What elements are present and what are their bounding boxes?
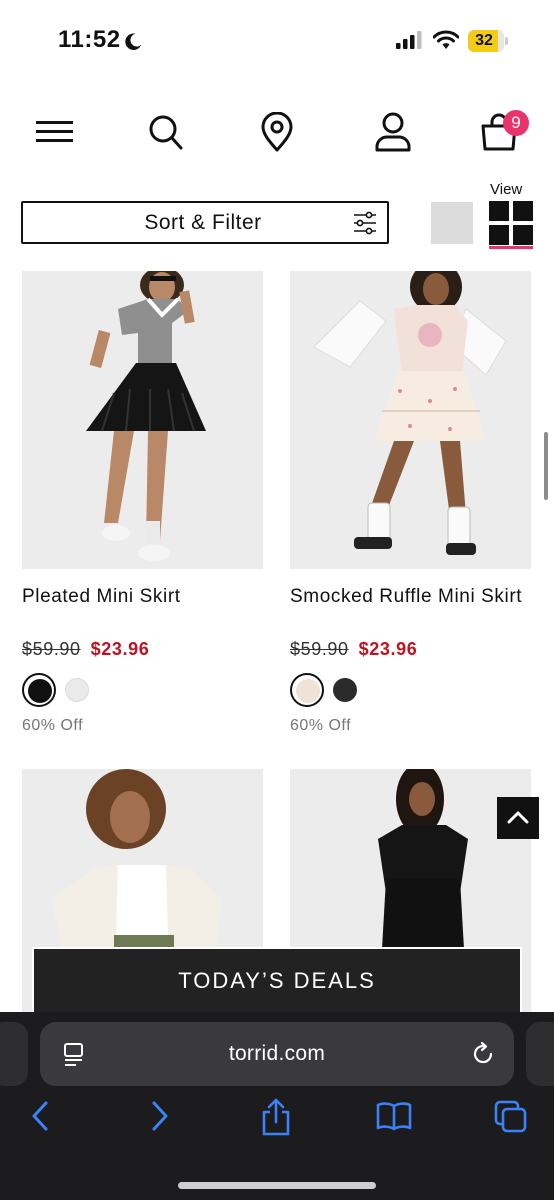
chevron-up-icon <box>507 811 529 824</box>
browser-chrome: torrid.com <box>0 1012 554 1200</box>
next-tab-preview[interactable] <box>526 1022 554 1086</box>
color-swatch-white[interactable] <box>60 673 94 707</box>
site-header: 9 <box>0 100 554 170</box>
battery-level: 32 <box>475 32 493 49</box>
product-card[interactable]: Pleated Mini Skirt $59.90 $23.96 60% Off <box>22 271 264 734</box>
bookmarks-icon[interactable] <box>376 1100 412 1132</box>
todays-deals-button[interactable]: TODAY’S DEALS <box>32 947 522 1013</box>
grid-view-icon[interactable] <box>489 201 533 245</box>
bag-count-badge: 9 <box>503 110 529 136</box>
discount-label: 60% Off <box>22 717 84 734</box>
account-icon[interactable] <box>374 112 412 152</box>
address-bar[interactable]: torrid.com <box>40 1022 514 1086</box>
sort-filter-label: Sort & Filter <box>144 211 262 234</box>
original-price: $59.90 <box>22 639 81 659</box>
location-icon[interactable] <box>260 112 294 152</box>
home-indicator <box>178 1182 376 1189</box>
color-swatch-black[interactable] <box>22 673 56 707</box>
product-image[interactable] <box>22 271 263 569</box>
product-prices: $59.90 $23.96 <box>22 639 149 660</box>
sort-filter-button[interactable]: Sort & Filter <box>21 201 389 244</box>
filter-sliders-icon <box>354 211 376 235</box>
back-icon[interactable] <box>28 1100 54 1132</box>
product-prices: $59.90 $23.96 <box>290 639 417 660</box>
share-icon[interactable] <box>260 1098 292 1136</box>
color-swatch-dark-print[interactable] <box>328 673 362 707</box>
product-card[interactable]: Smocked Ruffle Mini Skirt $59.90 $23.96 6… <box>290 271 532 734</box>
active-view-indicator <box>489 246 533 249</box>
signal-icon <box>396 31 422 49</box>
original-price: $59.90 <box>290 639 349 659</box>
url-text: torrid.com <box>228 1042 326 1065</box>
search-icon[interactable] <box>148 114 184 152</box>
back-to-top-button[interactable] <box>497 797 539 839</box>
scroll-indicator <box>544 432 548 500</box>
sale-price: $23.96 <box>90 639 150 659</box>
view-label: View <box>490 181 523 198</box>
status-time: 11:52 <box>58 26 121 53</box>
color-swatch-floral[interactable] <box>290 673 324 707</box>
discount-label: 60% Off <box>290 717 352 734</box>
product-name[interactable]: Pleated Mini Skirt <box>22 583 262 611</box>
reload-icon[interactable] <box>470 1041 496 1067</box>
tabs-icon[interactable] <box>494 1100 528 1134</box>
battery-icon: 32 <box>468 30 508 52</box>
single-view-icon[interactable] <box>431 202 473 244</box>
product-image[interactable] <box>290 271 531 569</box>
status-bar: 11:52 32 <box>0 0 554 80</box>
menu-icon[interactable] <box>36 120 74 144</box>
product-name[interactable]: Smocked Ruffle Mini Skirt <box>290 583 530 611</box>
wifi-icon <box>433 30 459 49</box>
moon-icon <box>125 33 142 50</box>
todays-deals-label: TODAY’S DEALS <box>178 968 376 993</box>
forward-icon[interactable] <box>146 1100 172 1132</box>
sale-price: $23.96 <box>358 639 418 659</box>
previous-tab-preview[interactable] <box>0 1022 28 1086</box>
